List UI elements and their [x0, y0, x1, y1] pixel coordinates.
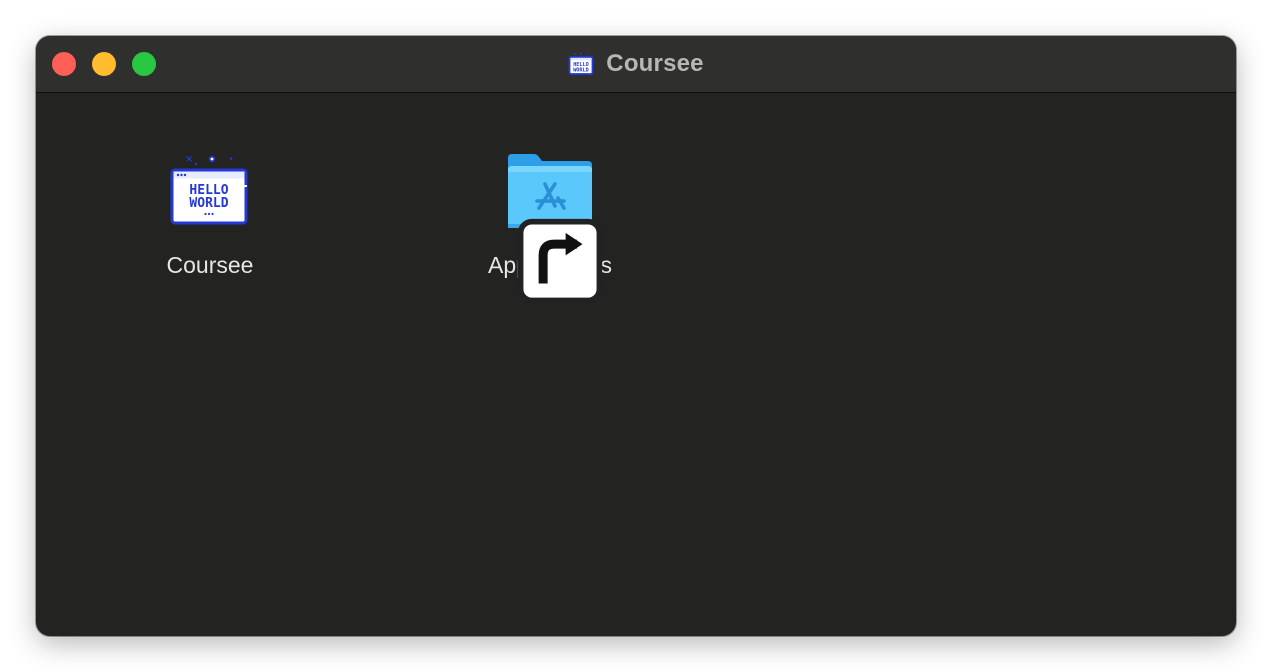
- hello-world-app-icon: HELLO WORLD: [568, 52, 594, 75]
- applications-folder-alias-icon: [502, 148, 603, 304]
- window-title: Coursee: [606, 50, 704, 77]
- hello-world-app-icon: × HELLO WORLD: [162, 148, 258, 238]
- alias-arrow-icon: [517, 218, 603, 304]
- title-bar[interactable]: HELLO WORLD Coursee: [36, 36, 1236, 93]
- svg-text:WORLD: WORLD: [573, 67, 589, 73]
- window-title-group: HELLO WORLD Coursee: [36, 36, 1236, 92]
- finder-item-coursee[interactable]: × HELLO WORLD Coursee: [110, 148, 310, 279]
- folder-content: × HELLO WORLD Coursee: [36, 93, 1236, 636]
- icon-text-world: WORLD: [189, 196, 228, 211]
- svg-text:×: ×: [185, 154, 193, 165]
- finder-window: HELLO WORLD Coursee × HELLO WORLD Course…: [36, 36, 1236, 636]
- finder-item-applications[interactable]: Applications: [450, 148, 650, 304]
- item-label: Coursee: [166, 252, 254, 278]
